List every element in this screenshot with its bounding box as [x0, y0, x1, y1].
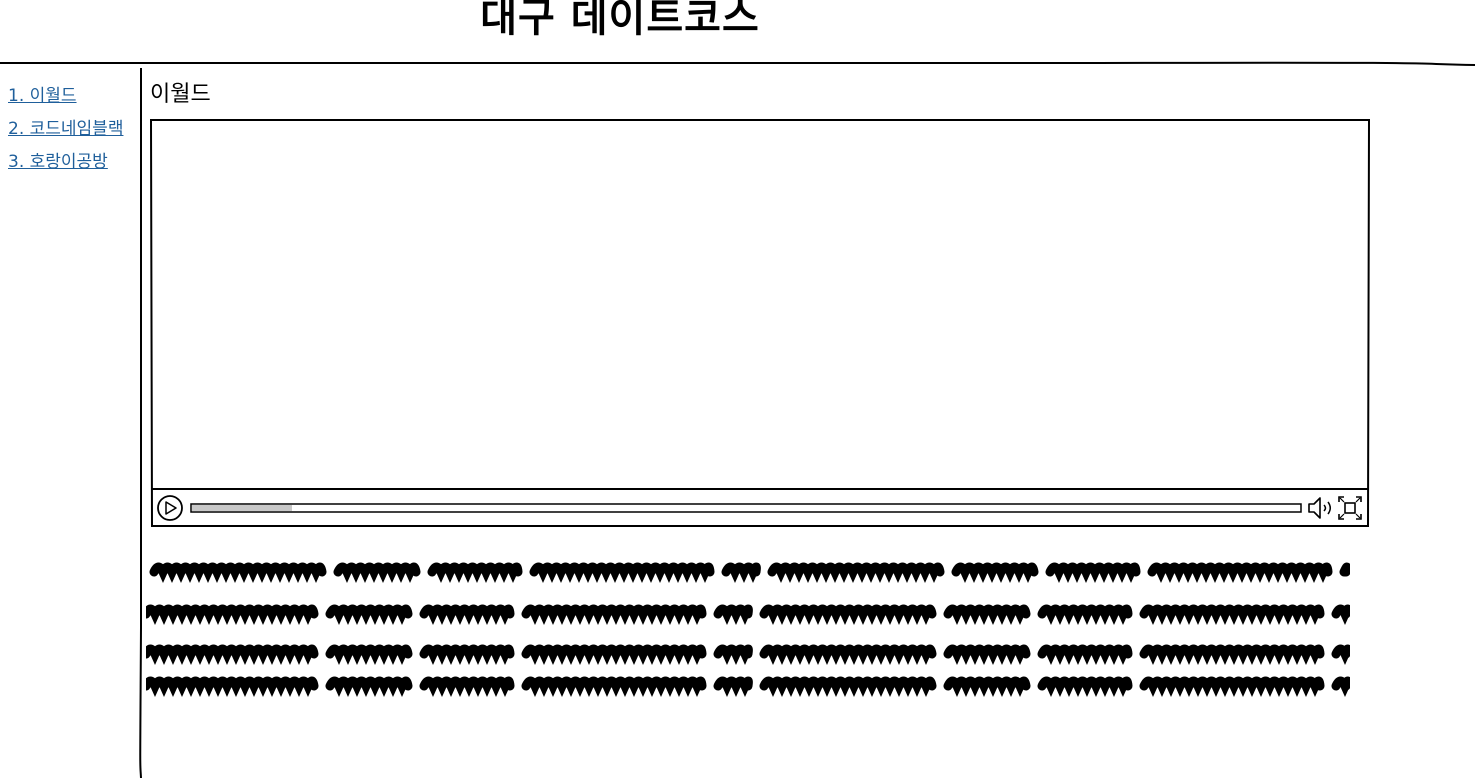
scribble-word — [1339, 562, 1350, 577]
placeholder-text-scribble — [146, 562, 1350, 697]
scribble-word — [759, 644, 937, 665]
scribble-word — [146, 604, 319, 625]
scribble-word — [1147, 562, 1333, 583]
scribble-word — [1037, 644, 1133, 665]
scribble-word — [521, 604, 707, 625]
scribble-word — [943, 676, 1031, 697]
scribble-word — [713, 676, 753, 697]
scribble-word — [325, 644, 413, 665]
scribble-word — [951, 562, 1039, 583]
video-progress-bar[interactable] — [190, 501, 1302, 515]
scribble-word — [1045, 562, 1141, 583]
sidebar-divider — [139, 68, 143, 778]
scribble-word — [325, 676, 413, 697]
sidebar-item-eworld: 1. 이월드 — [8, 84, 123, 117]
fullscreen-icon[interactable] — [1337, 495, 1363, 521]
scribble-word — [333, 562, 421, 583]
scribble-word — [149, 562, 327, 583]
page: 대구 데이트코스 1. 이월드 2. 코드네임블랙 3. 호랑이공방 이월드 — [0, 0, 1475, 778]
sidebar-link-horangi-gongbang[interactable]: 3. 호랑이공방 — [8, 152, 108, 172]
scribble-word — [521, 644, 707, 665]
content-title: 이월드 — [150, 82, 211, 107]
scribble-word — [1331, 676, 1350, 697]
scribble-word — [146, 644, 319, 665]
scribble-word — [1037, 604, 1133, 625]
header-divider — [0, 61, 1475, 66]
scribble-word — [1331, 604, 1350, 625]
play-icon[interactable] — [156, 494, 184, 522]
sidebar-link-eworld[interactable]: 1. 이월드 — [8, 86, 77, 106]
scribble-word — [529, 562, 715, 583]
scribble-word — [1331, 644, 1350, 665]
video-progress-fill — [192, 505, 292, 511]
scribble-word — [419, 644, 515, 665]
sidebar-item-horangi-gongbang: 3. 호랑이공방 — [8, 150, 123, 183]
site-title: 대구 데이트코스 — [480, 0, 760, 41]
scribble-word — [943, 644, 1031, 665]
sidebar-link-codename-black[interactable]: 2. 코드네임블랙 — [8, 119, 123, 139]
scribble-word — [1037, 676, 1133, 697]
scribble-word — [759, 676, 937, 697]
video-frame — [150, 118, 1370, 528]
volume-icon[interactable] — [1306, 495, 1334, 521]
scribble-word — [713, 604, 753, 625]
video-player[interactable] — [150, 118, 1370, 528]
sidebar-nav: 1. 이월드 2. 코드네임블랙 3. 호랑이공방 — [8, 84, 123, 183]
scribble-word — [1139, 644, 1325, 665]
scribble-word — [419, 604, 515, 625]
scribble-word — [427, 562, 523, 583]
scribble-word — [767, 562, 945, 583]
scribble-word — [521, 676, 707, 697]
scribble-word — [419, 676, 515, 697]
scribble-word — [943, 604, 1031, 625]
scribble-word — [325, 604, 413, 625]
scribble-word — [713, 644, 753, 665]
scribble-word — [721, 562, 761, 583]
sidebar-item-codename-black: 2. 코드네임블랙 — [8, 117, 123, 150]
scribble-word — [759, 604, 937, 625]
scribble-word — [1139, 676, 1325, 697]
scribble-word — [146, 676, 319, 697]
scribble-word — [1139, 604, 1325, 625]
